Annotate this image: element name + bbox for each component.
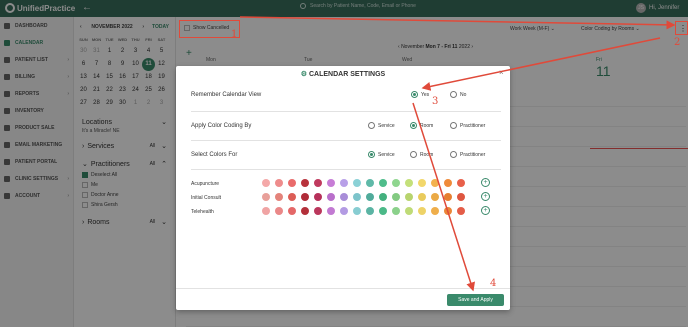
annotation-arrow-2 xyxy=(421,37,661,91)
annotation-arrow-1 xyxy=(239,16,676,30)
annotation-number-1: 1 xyxy=(231,29,238,40)
annotation-number-3: 3 xyxy=(432,96,439,107)
annotation-arrows xyxy=(239,16,676,292)
annotation-arrow-3 xyxy=(412,102,475,292)
annotation-number-2: 2 xyxy=(674,37,681,48)
annotation-number-4: 4 xyxy=(490,278,497,289)
